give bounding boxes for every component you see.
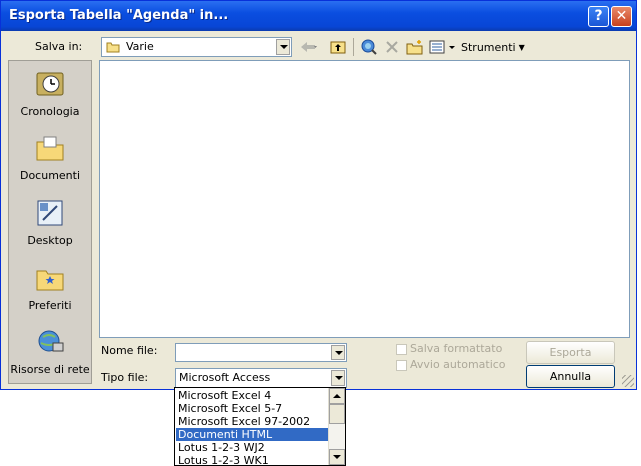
scroll-thumb[interactable] — [329, 404, 345, 424]
desktop-icon — [37, 200, 63, 226]
export-button[interactable]: Esporta — [526, 341, 615, 364]
help-icon: ? — [594, 8, 603, 24]
filename-label: Nome file: — [101, 344, 158, 357]
toolbar-separator — [353, 38, 354, 56]
globe-search-icon — [361, 39, 377, 55]
new-folder-button[interactable] — [404, 37, 426, 57]
filetype-option[interactable]: Microsoft Excel 5-7 — [176, 402, 331, 415]
filetype-dropdown-arrow[interactable] — [331, 370, 345, 386]
save-in-label-text: Salva in: — [35, 40, 83, 53]
location-dropdown-arrow[interactable] — [276, 39, 290, 55]
back-arrow-icon — [301, 42, 317, 52]
save-formatted-label: Salva formattato — [410, 342, 503, 355]
filetype-value: Microsoft Access — [179, 371, 271, 384]
tools-menu-button[interactable]: Strumenti ▼ — [461, 37, 525, 57]
delete-x-icon — [386, 41, 398, 53]
folder-icon — [106, 42, 120, 53]
cancel-button[interactable]: Annulla — [526, 365, 615, 388]
place-network[interactable]: Risorse di rete — [9, 325, 91, 387]
filetype-label: Tipo file: — [101, 371, 149, 384]
search-web-button[interactable] — [358, 37, 380, 57]
documents-folder-icon — [36, 136, 64, 161]
up-folder-button[interactable] — [328, 37, 348, 57]
views-icon — [429, 40, 455, 54]
dropdown-scrollbar[interactable] — [328, 388, 345, 465]
place-desktop[interactable]: Desktop — [9, 196, 91, 258]
place-label: Cronologia — [20, 105, 80, 118]
views-button[interactable] — [428, 37, 458, 57]
resize-grip[interactable] — [622, 375, 634, 387]
places-bar: Cronologia Documenti Desktop Preferiti R… — [8, 60, 92, 384]
filetype-dropdown-list: Microsoft Excel 4 Microsoft Excel 5-7 Mi… — [174, 387, 346, 466]
autostart-label: Avvio automatico — [410, 358, 506, 371]
close-icon: ✕ — [615, 8, 628, 24]
filetype-option[interactable]: Microsoft Excel 97-2002 — [176, 415, 331, 428]
location-value: Varie — [126, 40, 154, 53]
new-folder-icon — [406, 40, 423, 55]
tools-menu-label: Strumenti — [461, 40, 516, 54]
filename-combo[interactable] — [175, 343, 347, 362]
delete-button[interactable] — [382, 37, 402, 57]
place-label: Risorse di rete — [10, 363, 90, 376]
history-icon — [36, 72, 64, 96]
filename-dropdown-arrow[interactable] — [331, 345, 345, 360]
save-formatted-checkbox[interactable] — [396, 344, 407, 355]
filetype-select[interactable]: Microsoft Access — [175, 368, 347, 388]
network-icon — [38, 330, 64, 352]
filetype-option[interactable]: Microsoft Excel 4 — [176, 389, 331, 402]
place-label: Desktop — [27, 234, 73, 247]
export-dialog: Esporta Tabella "Agenda" in... ? ✕ Sa Sa… — [0, 0, 637, 390]
up-folder-icon — [330, 41, 346, 54]
file-list-area[interactable] — [99, 60, 630, 338]
scroll-up-icon[interactable] — [329, 388, 345, 404]
place-label: Preferiti — [28, 299, 72, 312]
autostart-checkbox[interactable] — [396, 360, 407, 371]
back-button[interactable] — [297, 37, 319, 57]
place-history[interactable]: Cronologia — [9, 67, 91, 129]
filetype-option[interactable]: Lotus 1-2-3 WJ2 — [176, 441, 331, 454]
help-button[interactable]: ? — [588, 6, 609, 27]
window-title: Esporta Tabella "Agenda" in... — [9, 8, 229, 23]
filetype-option[interactable]: Lotus 1-2-3 WK1 — [176, 454, 331, 465]
location-combo[interactable]: Varie — [101, 37, 292, 57]
filetype-option-selected[interactable]: Documenti HTML — [176, 428, 331, 441]
scroll-down-icon[interactable] — [329, 449, 345, 465]
place-documents[interactable]: Documenti — [9, 131, 91, 193]
title-bar[interactable]: Esporta Tabella "Agenda" in... ? ✕ — [1, 1, 636, 31]
favorites-folder-icon — [36, 270, 64, 291]
place-label: Documenti — [19, 169, 81, 182]
place-favorites[interactable]: Preferiti — [9, 261, 91, 323]
close-button[interactable]: ✕ — [611, 6, 632, 27]
tools-dropdown-icon: ▼ — [518, 42, 525, 52]
